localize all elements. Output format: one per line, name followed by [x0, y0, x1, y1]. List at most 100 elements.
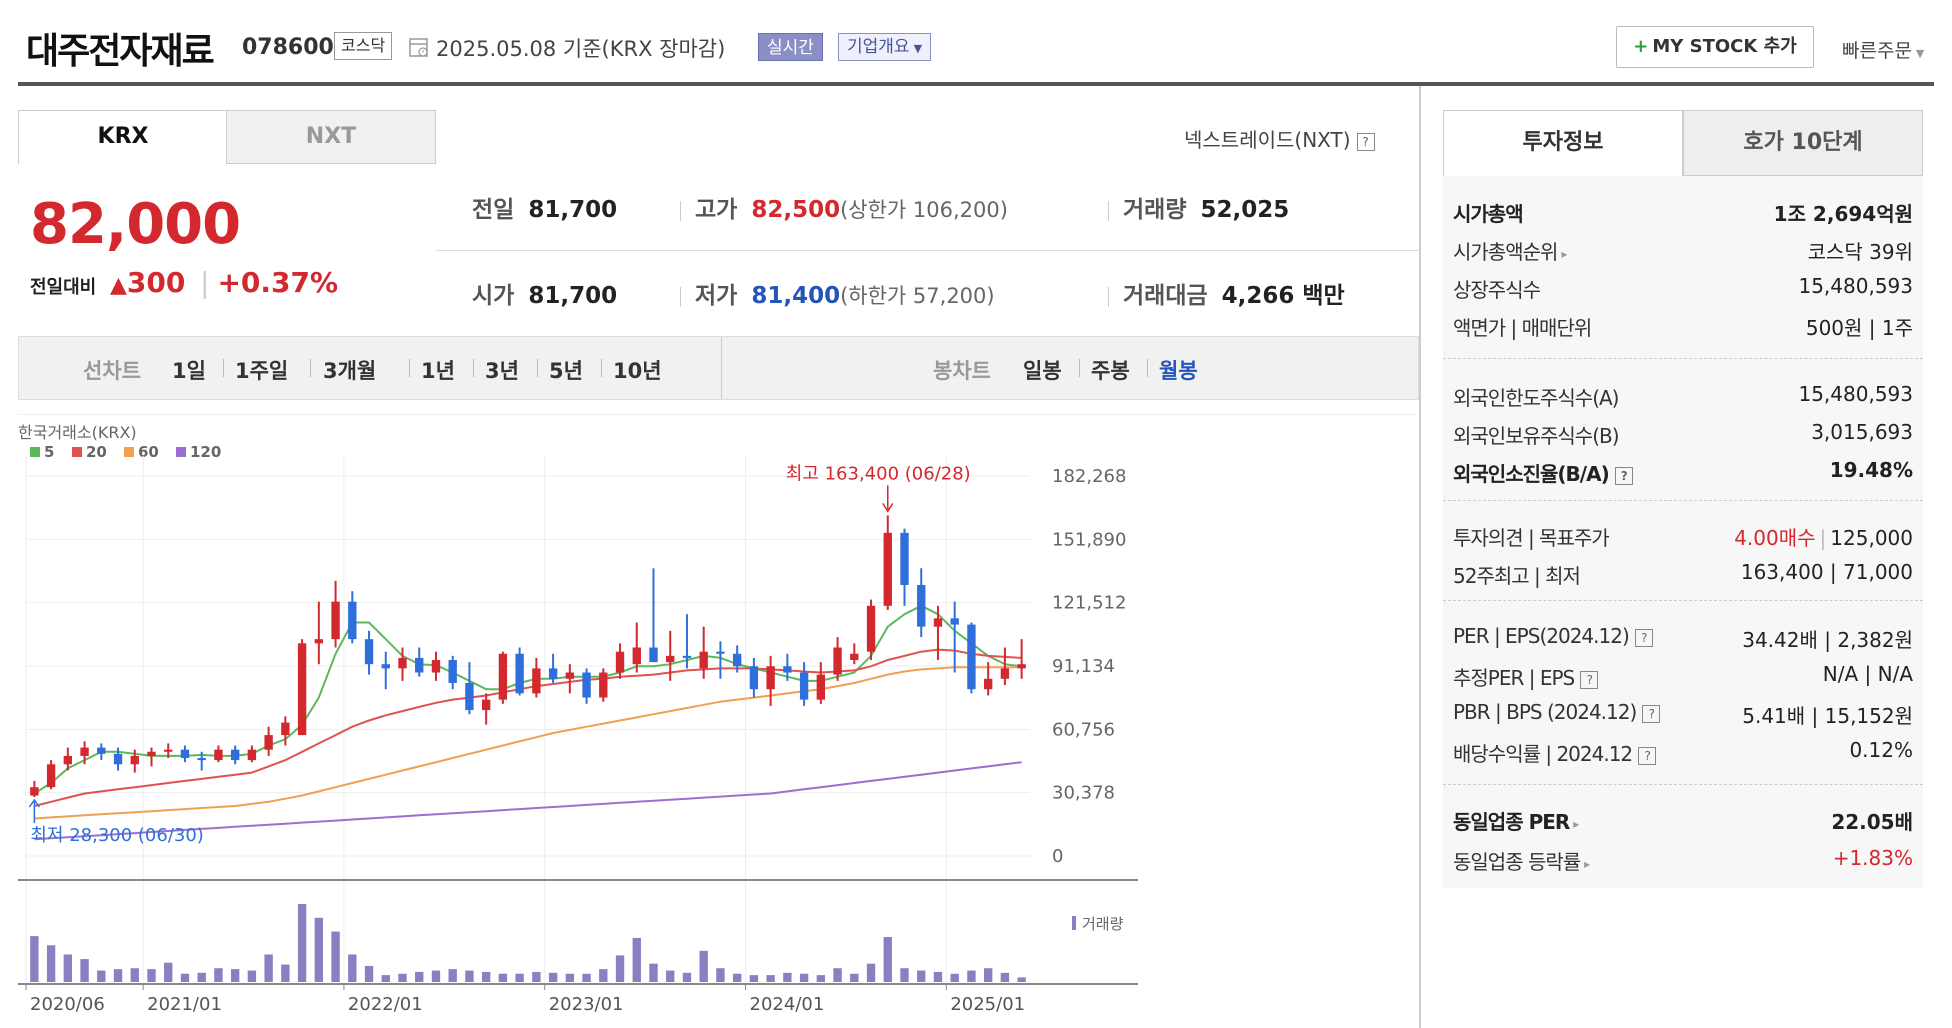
period-10y[interactable]: 10년: [613, 355, 662, 385]
volume-bar: [230, 969, 240, 982]
legend-label: 60: [138, 443, 159, 461]
stat-divider: [1108, 200, 1109, 221]
candle-body: [950, 618, 959, 625]
chevron-down-icon: ▼: [913, 42, 923, 55]
invest-row-label[interactable]: 시가총액순위 ▸: [1453, 236, 1567, 265]
candle-body: [364, 639, 374, 665]
period-separator: [1147, 359, 1148, 377]
candle-body: [833, 647, 842, 675]
invest-row: 외국인보유주식수(B) 3,015,693: [1453, 420, 1913, 450]
y-tick-label: 121,512: [1052, 593, 1126, 614]
volume-bar: [113, 969, 123, 982]
volume-bar: [766, 975, 775, 982]
invest-row-value: 1조 2,694억원: [1773, 202, 1913, 226]
candle-body: [599, 672, 608, 698]
candle-body: [766, 666, 775, 690]
candle-body: [281, 722, 290, 736]
help-icon[interactable]: ?: [1634, 628, 1653, 647]
volume-bar: [850, 973, 859, 982]
candle-chart-label[interactable]: 봉차트: [933, 355, 991, 385]
stat-divider: [680, 200, 681, 221]
stat-trade-value-value: 4,266 백만: [1221, 283, 1345, 309]
invest-row: 동일업종 등락률 ▸ +1.83%: [1453, 846, 1913, 876]
up-triangle-icon: ▲: [110, 273, 127, 298]
y-tick-label: 151,890: [1052, 529, 1126, 550]
help-icon[interactable]: ?: [1638, 746, 1657, 765]
my-stock-add-button[interactable]: + MY STOCK 추가: [1616, 26, 1814, 68]
change-percent: | +0.37%: [200, 266, 338, 299]
stat-trade-value-label: 거래대금: [1123, 283, 1208, 309]
corp-info-dropdown[interactable]: 기업개요 ▼: [838, 33, 932, 61]
volume-bar: [582, 973, 591, 982]
legend-label: 120: [190, 443, 221, 461]
volume-bar: [666, 970, 675, 982]
volume-bar: [799, 973, 809, 982]
period-1y[interactable]: 1년: [421, 355, 455, 385]
tab-invest-info[interactable]: 투자정보: [1443, 110, 1683, 176]
period-1d[interactable]: 1일: [172, 355, 206, 385]
candle-body: [314, 639, 324, 644]
stat-high-label: 고가: [695, 197, 738, 223]
candle-daily[interactable]: 일봉: [1023, 355, 1062, 385]
price-chart[interactable]: 한국거래소(KRX)5 20 60 120 182,268 151,890 121,512 9…: [18, 414, 1418, 1028]
stat-prev-value: 81,700: [528, 197, 618, 223]
quick-order-button[interactable]: 빠른주문 ▼: [1842, 36, 1924, 63]
nxt-link[interactable]: 넥스트레이드(NXT)?: [1184, 124, 1375, 153]
candle-body: [967, 624, 976, 690]
invest-row-value: N/A | N/A: [1822, 662, 1913, 686]
section-divider: [1443, 784, 1923, 785]
change-label: 전일대비: [30, 277, 97, 298]
volume-bar: [866, 963, 876, 982]
volume-legend-swatch: [1072, 916, 1076, 930]
candle-body: [933, 618, 943, 627]
candle-body: [415, 657, 424, 673]
tab-hoga[interactable]: 호가 10단계: [1683, 110, 1923, 176]
invest-row: 52주최고 | 최저 163,400 | 71,000: [1453, 560, 1913, 590]
tab-krx[interactable]: KRX: [18, 110, 228, 164]
candle-weekly[interactable]: 주봉: [1091, 355, 1130, 385]
candle-body: [666, 655, 675, 663]
period-5y[interactable]: 5년: [549, 355, 583, 385]
period-3y[interactable]: 3년: [485, 355, 519, 385]
help-icon[interactable]: ?: [1580, 670, 1599, 689]
invest-row-value: 500원 | 1주: [1805, 316, 1913, 340]
volume-bar: [197, 972, 206, 982]
volume-bar: [448, 969, 457, 982]
period-1w[interactable]: 1주일: [235, 355, 288, 385]
candle-monthly[interactable]: 월봉: [1159, 355, 1198, 385]
help-icon[interactable]: ?: [1356, 132, 1375, 151]
volume-bar: [465, 970, 474, 982]
candle-body: [565, 672, 575, 679]
invest-row-value: 4.00매수 | 125,000: [1734, 522, 1913, 551]
help-icon[interactable]: ?: [1614, 466, 1633, 485]
realtime-button[interactable]: 실시간: [758, 33, 823, 61]
stat-divider: [1108, 286, 1109, 307]
stat-volume-label: 거래량: [1123, 197, 1187, 223]
line-chart-label[interactable]: 선차트: [83, 355, 141, 385]
invest-row-label[interactable]: 동일업종 등락률 ▸: [1453, 846, 1590, 875]
invest-row: 추정PER | EPS? N/A | N/A: [1453, 662, 1913, 692]
my-stock-label: MY STOCK 추가: [1652, 36, 1797, 57]
help-icon[interactable]: ?: [1642, 704, 1661, 723]
chevron-right-icon: ▸: [1561, 246, 1567, 261]
invest-row-label: 외국인보유주식수(B): [1453, 424, 1620, 448]
volume-bar: [264, 954, 273, 982]
invest-row-label: 추정PER | EPS?: [1453, 662, 1599, 691]
tab-nxt[interactable]: NXT: [226, 110, 436, 164]
period-3m[interactable]: 3개월: [323, 355, 376, 385]
volume-bar: [415, 971, 424, 982]
candle-body: [297, 643, 307, 736]
invest-row-label[interactable]: 동일업종 PER ▸: [1453, 806, 1579, 835]
market-badge: 코스닥: [334, 32, 393, 60]
invest-row-value: 34.42배 | 2,382원: [1742, 628, 1913, 652]
section-divider: [1443, 358, 1923, 359]
candle-body: [749, 666, 759, 690]
candle-body: [582, 672, 591, 698]
volume-bar: [649, 963, 658, 982]
volume-bar: [699, 950, 708, 982]
candle-body: [615, 651, 625, 673]
candle-body: [381, 664, 390, 669]
volume-bar: [900, 968, 909, 982]
low-annotation: 최저 28,300 (06/30): [30, 825, 203, 846]
invest-row-label: 투자의견 | 목표주가: [1453, 526, 1610, 550]
